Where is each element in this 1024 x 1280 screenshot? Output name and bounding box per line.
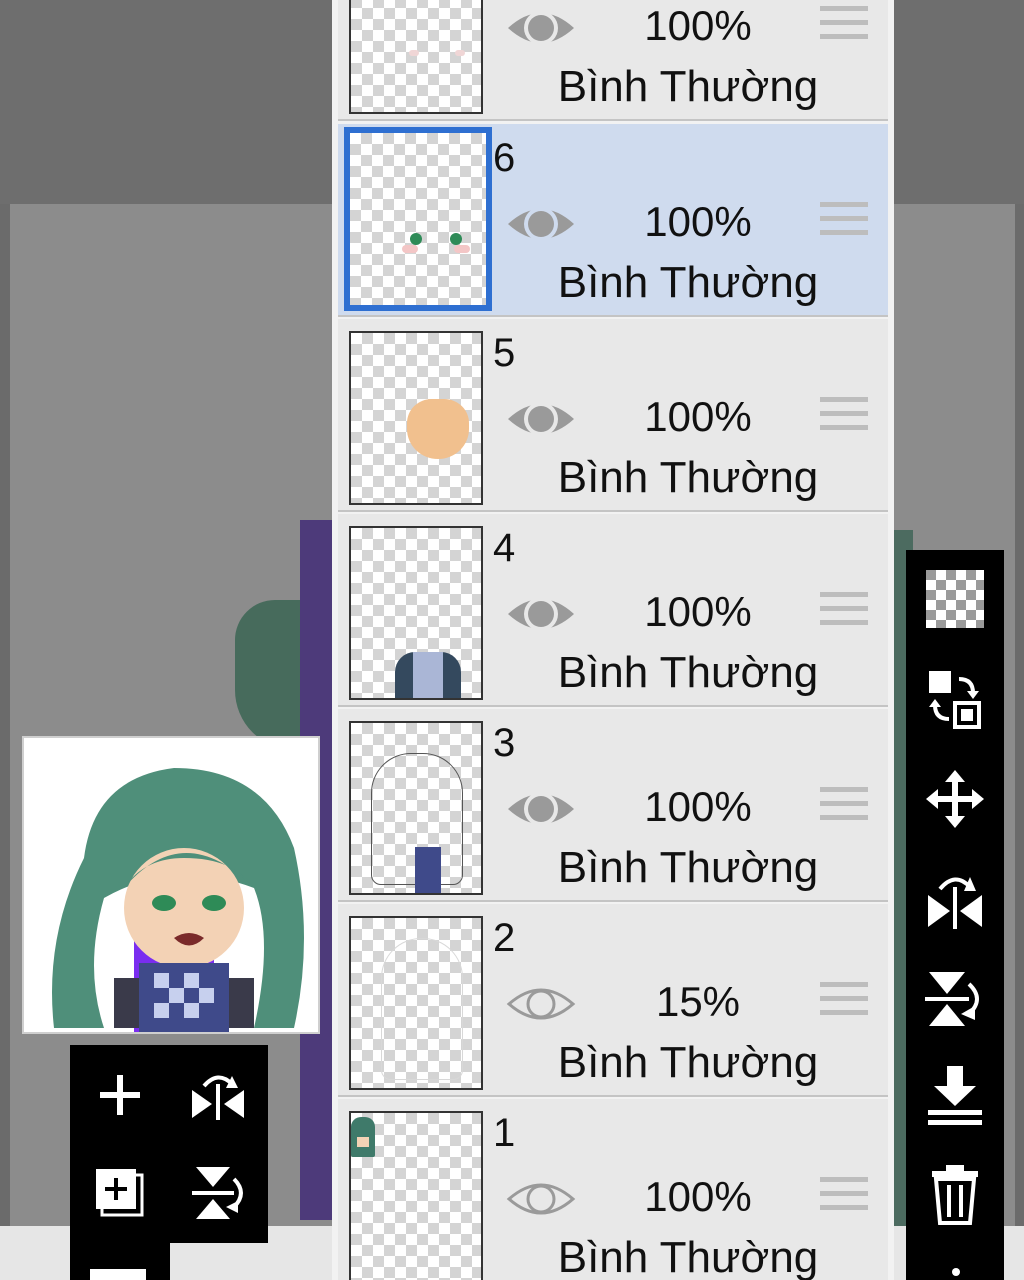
swap-layers-button[interactable] (920, 664, 990, 734)
drag-handle-icon[interactable] (820, 787, 868, 829)
layer-thumbnail (349, 721, 483, 895)
drag-handle-icon[interactable] (820, 1177, 868, 1219)
layer-row[interactable]: 3 100% Bình Thường (338, 709, 888, 902)
add-layer-icon (100, 1075, 140, 1115)
visibility-eye-icon[interactable] (506, 395, 576, 443)
drag-handle-icon[interactable] (820, 202, 868, 244)
blend-mode[interactable]: Bình Thường (538, 62, 838, 112)
layer-number: 6 (493, 136, 516, 180)
layer-thumbnail (349, 331, 483, 505)
character-preview-illustration (52, 768, 304, 1032)
swap-layers-icon (929, 671, 981, 729)
layer-opacity[interactable]: 100% (618, 588, 778, 636)
layer-thumbnail (349, 1111, 483, 1280)
flip-vertical-icon (925, 972, 979, 1026)
layer-row[interactable]: 4 100% Bình Thường (338, 514, 888, 707)
layer-opacity[interactable]: 100% (618, 393, 778, 441)
transparency-button[interactable] (920, 564, 990, 634)
blend-mode[interactable]: Bình Thường (538, 453, 838, 503)
layer-actions-toolbar (70, 1045, 268, 1243)
blend-mode[interactable]: Bình Thường (538, 843, 838, 893)
merge-down-icon (928, 1066, 982, 1125)
layer-tools-toolbar (906, 550, 1004, 1280)
layer-opacity[interactable]: 100% (618, 1173, 778, 1221)
layer-thumbnail (349, 0, 483, 114)
layer-number: 3 (493, 721, 516, 765)
layer-thumbnail (344, 127, 492, 311)
layer-thumbnail (349, 526, 483, 700)
layer-row[interactable]: 2 15% Bình Thường (338, 904, 888, 1097)
add-layer-button[interactable] (80, 1055, 160, 1135)
drag-handle-icon[interactable] (820, 982, 868, 1024)
layer-row[interactable]: 6 100% Bình Thường (338, 124, 888, 317)
layer-number: 1 (493, 1111, 516, 1155)
layer-row[interactable]: 5 100% Bình Thường (338, 319, 888, 512)
layer-number: 5 (493, 331, 516, 375)
layer-number: 2 (493, 916, 516, 960)
flip-vertical-button[interactable] (920, 964, 990, 1034)
delete-layer-icon[interactable] (90, 1269, 146, 1280)
layer-number: 4 (493, 526, 516, 570)
layer-opacity[interactable]: 100% (618, 2, 778, 50)
flip-vertical-button[interactable] (178, 1153, 258, 1233)
drag-handle-icon[interactable] (820, 6, 868, 48)
visibility-eye-icon[interactable] (506, 200, 576, 248)
flip-horizontal-icon (928, 877, 982, 929)
layer-opacity[interactable]: 100% (618, 198, 778, 246)
visibility-eye-outline-icon[interactable] (506, 980, 576, 1028)
layer-row[interactable]: 1 100% Bình Thường (338, 1099, 888, 1280)
visibility-eye-outline-icon[interactable] (506, 1175, 576, 1223)
move-icon (926, 770, 984, 828)
blend-mode[interactable]: Bình Thường (538, 258, 838, 308)
layer-actions-toolbar-overflow (70, 1243, 170, 1280)
layer-thumbnail (349, 916, 483, 1090)
layer-row[interactable]: 100% Bình Thường (338, 0, 888, 121)
visibility-eye-icon[interactable] (506, 785, 576, 833)
layers-panel: 100% Bình Thường 6 100% Bình Thường 5 10… (332, 0, 894, 1280)
transparency-checker-icon (926, 570, 984, 628)
blend-mode[interactable]: Bình Thường (538, 1233, 838, 1280)
blend-mode[interactable]: Bình Thường (538, 1038, 838, 1088)
flip-horizontal-button[interactable] (920, 864, 990, 934)
flip-horizontal-icon (192, 1075, 244, 1120)
drag-handle-icon[interactable] (820, 397, 868, 439)
delete-layer-button[interactable] (920, 1160, 990, 1230)
visibility-eye-icon[interactable] (506, 590, 576, 638)
canvas-preview[interactable] (22, 736, 320, 1034)
visibility-eye-icon[interactable] (506, 4, 576, 52)
merge-down-button[interactable] (920, 1060, 990, 1130)
flip-horizontal-button[interactable] (178, 1055, 258, 1135)
more-indicator[interactable] (952, 1268, 960, 1276)
duplicate-layer-button[interactable] (80, 1153, 160, 1233)
layer-opacity[interactable]: 100% (618, 783, 778, 831)
trash-icon (932, 1165, 978, 1225)
blend-mode[interactable]: Bình Thường (538, 648, 838, 698)
move-button[interactable] (920, 764, 990, 834)
layer-opacity[interactable]: 15% (618, 978, 778, 1026)
drag-handle-icon[interactable] (820, 592, 868, 634)
flip-vertical-icon (192, 1167, 243, 1219)
duplicate-layer-icon (96, 1169, 144, 1217)
